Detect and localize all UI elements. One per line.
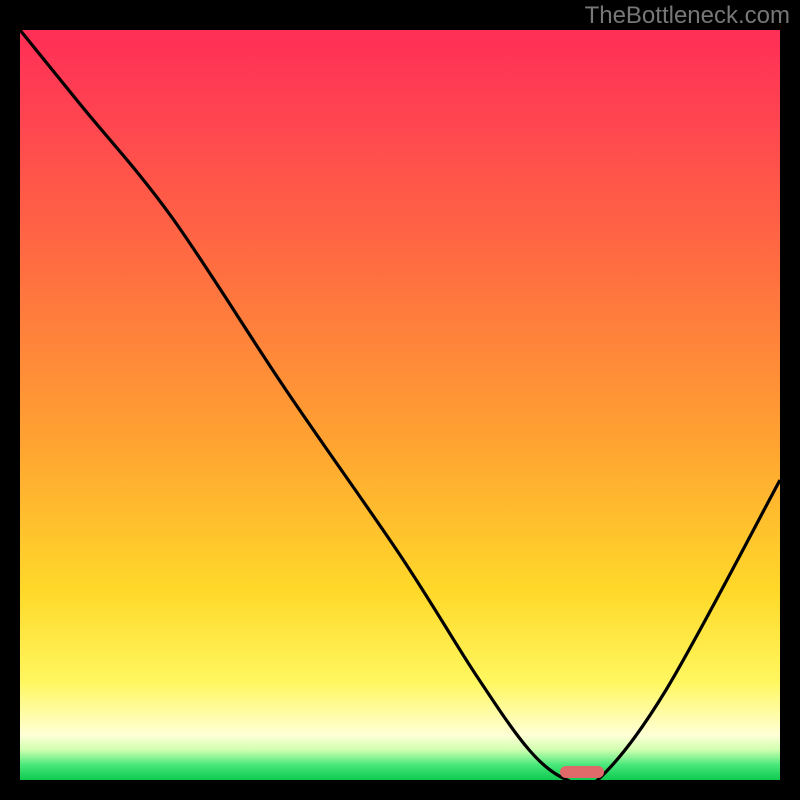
optimal-marker [560,766,604,778]
plot-area [20,30,780,780]
watermark-text: TheBottleneck.com [585,2,790,30]
bottleneck-curve [20,30,780,780]
chart-frame: TheBottleneck.com [0,0,800,800]
